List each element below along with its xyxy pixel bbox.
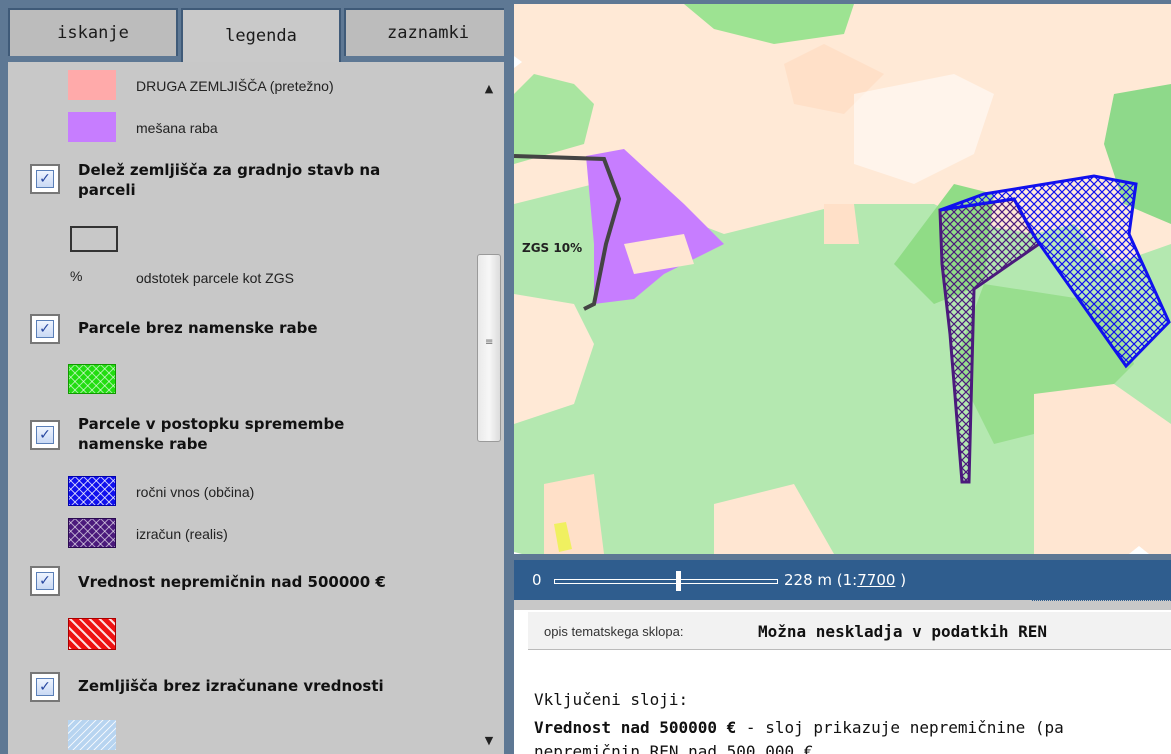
tab-label: zaznamki — [387, 23, 469, 43]
legend-label: mešana raba — [136, 120, 218, 136]
scale-suffix: ) — [895, 571, 907, 589]
group-title-brez-rabe: Parcele brez namenske rabe — [78, 319, 318, 337]
description-label: opis tematskega sklopa: — [544, 624, 684, 639]
legend-scrollbar[interactable]: ▲ ≡ ▼ — [474, 72, 504, 754]
scroll-up-arrow-icon[interactable]: ▲ — [482, 82, 496, 96]
scale-text: 228 m (1:7700 ) — [784, 571, 906, 589]
legend-swatch-lightblue-hatch — [68, 720, 116, 750]
tab-iskanje[interactable]: iskanje — [8, 8, 178, 56]
group-title-line: namenske rabe — [78, 435, 208, 453]
description-layer-text: - sloj prikazuje nepremičnine (pa — [736, 718, 1064, 737]
legend-label: izračun (realis) — [136, 526, 228, 542]
map-area-light — [544, 474, 604, 554]
scale-slider-track[interactable] — [554, 579, 778, 584]
checkbox-delez-zemljisca[interactable]: ✓ — [30, 164, 60, 194]
grip-icon: ≡ — [485, 337, 494, 348]
group-title-postopek: Parcele v postopku spremembe namenske ra… — [78, 414, 344, 454]
group-title-delez: Delež zemljišča za gradnjo stavb na parc… — [78, 160, 380, 200]
checkmark-icon: ✓ — [36, 426, 54, 444]
legend-swatch-purple-hatch — [68, 518, 116, 548]
checkmark-icon: ✓ — [36, 170, 54, 188]
scale-bar: 0 228 m (1:7700 ) — [514, 560, 1171, 600]
checkmark-icon: ✓ — [36, 320, 54, 338]
scale-ratio-link[interactable]: 7700 — [857, 571, 895, 589]
scale-zero-label: 0 — [532, 571, 542, 589]
description-body-label: Vključeni sloji: — [534, 690, 689, 709]
legend-swatch-blue-hatch — [68, 476, 116, 506]
group-title-vrednost: Vrednost nepremičnin nad 500000 € — [78, 573, 386, 591]
legend-label: ročni vnos (občina) — [136, 484, 255, 500]
scale-slider-handle[interactable] — [676, 571, 681, 591]
map-view[interactable]: ZGS 10% — [514, 4, 1171, 554]
group-title-line: parceli — [78, 181, 136, 199]
map-area-light — [824, 204, 859, 244]
legend-swatch-outline — [70, 226, 118, 252]
legend-swatch-mesana-raba — [68, 112, 116, 142]
description-panel: opis tematskega sklopa: Možna neskladja … — [514, 600, 1171, 754]
tab-legenda[interactable]: legenda — [181, 8, 341, 62]
map-label-zgs: ZGS 10% — [522, 241, 582, 255]
legend-symbol-percent: % — [70, 268, 83, 284]
checkmark-icon: ✓ — [36, 678, 54, 696]
legend-swatch-red-hatch — [68, 618, 116, 650]
scroll-down-arrow-icon[interactable]: ▼ — [482, 734, 496, 748]
map-canvas[interactable]: ZGS 10% — [514, 4, 1171, 554]
group-title-line: Parcele v postopku spremembe — [78, 415, 345, 433]
tab-zaznamki[interactable]: zaznamki — [344, 8, 512, 56]
description-title: Možna neskladja v podatkih REN — [758, 622, 1047, 641]
scrollbar-thumb[interactable]: ≡ — [477, 254, 501, 442]
legend-label: odstotek parcele kot ZGS — [136, 270, 294, 286]
checkbox-vrednost-nepremicnin[interactable]: ✓ — [30, 566, 60, 596]
legend-swatch-druga-zemljisca — [68, 70, 116, 100]
legend-panel: DRUGA ZEMLJIŠČA (pretežno) mešana raba ✓… — [8, 62, 504, 754]
checkbox-zemljisca-brez-vrednosti[interactable]: ✓ — [30, 672, 60, 702]
tab-bar: iskanje legenda zaznamki — [0, 0, 520, 62]
description-resize-handle[interactable] — [1032, 600, 1171, 606]
description-layer-name: Vrednost nad 500000 € — [534, 718, 737, 737]
tab-label: legenda — [225, 26, 297, 46]
group-title-brez-vrednosti: Zemljišča brez izračunane vrednosti — [78, 677, 384, 695]
group-title-line: Delež zemljišča za gradnjo stavb na — [78, 161, 381, 179]
description-line: nepremičnin REN nad 500 000 € — [534, 742, 814, 754]
description-header: opis tematskega sklopa: Možna neskladja … — [528, 612, 1171, 650]
description-line: Vrednost nad 500000 € - sloj prikazuje n… — [534, 718, 1064, 737]
tab-label: iskanje — [57, 23, 129, 43]
checkbox-parcele-brez-namenske-rabe[interactable]: ✓ — [30, 314, 60, 344]
checkbox-parcele-v-postopku[interactable]: ✓ — [30, 420, 60, 450]
legend-label: DRUGA ZEMLJIŠČA (pretežno) — [136, 78, 334, 94]
panel-splitter[interactable] — [504, 0, 514, 754]
checkmark-icon: ✓ — [36, 572, 54, 590]
legend-swatch-green-hatch — [68, 364, 116, 394]
scale-distance: 228 m (1: — [784, 571, 858, 589]
